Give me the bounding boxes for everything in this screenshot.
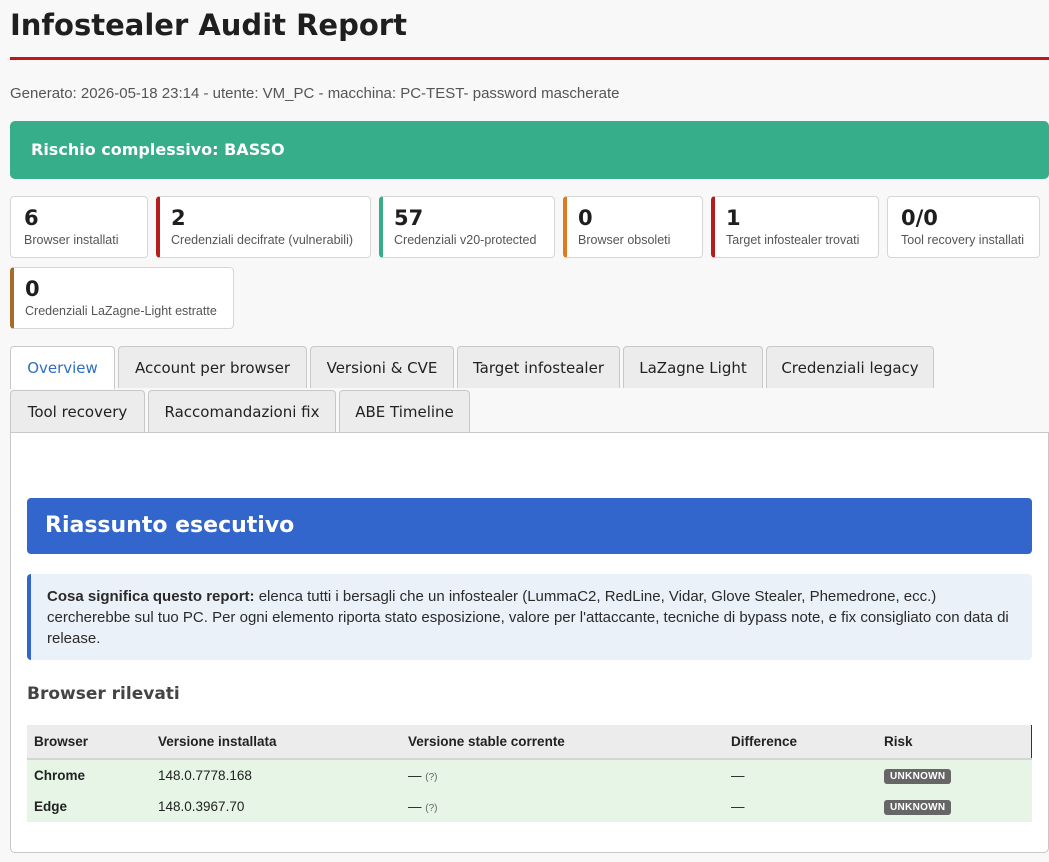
stat-value: 6 [24,206,39,230]
tab-lazagne-light[interactable]: LaZagne Light [623,346,763,388]
help-tooltip-icon[interactable]: (?) [425,803,437,814]
stable-version-cell: — (?) [401,791,724,822]
stat-card-decrypted-credentials: 2 Credenziali decifrate (vulnerabili) [156,196,371,258]
tab-abe-timeline[interactable]: ABE Timeline [339,390,470,432]
tab-versions-cve[interactable]: Versioni & CVE [310,346,454,388]
browser-name: Edge [27,791,151,822]
stat-value: 57 [394,206,424,230]
column-header: Versione installata [151,725,401,760]
stable-version: — [408,799,422,814]
stat-label: Credenziali decifrate (vulnerabili) [171,233,354,247]
installed-version: 148.0.7778.168 [151,759,401,791]
stat-label: Target infostealer trovati [726,233,860,247]
risk-cell: UNKNOWN [877,759,1032,791]
page-title: Infostealer Audit Report [10,8,407,42]
stat-label: Browser installati [24,233,119,247]
tab-legacy-credentials[interactable]: Credenziali legacy [766,346,934,388]
stat-value: 2 [171,206,186,230]
version-difference: — [724,791,877,822]
stable-version: — [408,768,422,783]
stat-label: Tool recovery installati [901,233,1024,247]
stat-value: 1 [726,206,741,230]
table-header-row: Browser Versione installata Versione sta… [27,725,1032,760]
installed-version: 148.0.3967.70 [151,791,401,822]
stat-card-recovery-tools: 0/0 Tool recovery installati [887,196,1040,258]
column-header: Difference [724,725,877,760]
stat-card-infostealer-targets: 1 Target infostealer trovati [711,196,879,258]
report-explanation-note: Cosa significa questo report: elenca tut… [27,574,1032,660]
stat-card-v20-protected: 57 Credenziali v20-protected [379,196,555,258]
overall-risk-banner: Rischio complessivo: BASSO [10,121,1049,179]
note-lead: Cosa significa questo report: [47,588,255,605]
stat-card-lazagne-credentials: 0 Credenziali LaZagne-Light estratte [10,267,234,329]
table-row: Chrome 148.0.7778.168 — (?) — UNKNOWN [27,759,1032,791]
stat-value: 0/0 [901,206,938,230]
stat-label: Credenziali LaZagne-Light estratte [25,304,217,318]
stat-card-browsers-installed: 6 Browser installati [10,196,148,258]
stat-card-obsolete-browsers: 0 Browser obsoleti [563,196,703,258]
stable-version-cell: — (?) [401,759,724,791]
report-meta: Generato: 2026-05-18 23:14 - utente: VM_… [10,85,620,102]
stat-label: Browser obsoleti [578,233,671,247]
risk-cell: UNKNOWN [877,791,1032,822]
title-divider [10,57,1049,60]
tab-infostealer-targets[interactable]: Target infostealer [457,346,620,388]
stat-value: 0 [578,206,593,230]
risk-badge: UNKNOWN [884,800,952,815]
stat-value: 0 [25,277,40,301]
table-row: Edge 148.0.3967.70 — (?) — UNKNOWN [27,791,1032,822]
tab-account-per-browser[interactable]: Account per browser [118,346,307,388]
overview-panel: Riassunto esecutivo Cosa significa quest… [10,432,1049,853]
browsers-table: Browser Versione installata Versione sta… [27,725,1032,822]
column-header: Browser [27,725,151,760]
executive-summary-heading: Riassunto esecutivo [27,498,1032,554]
browser-name: Chrome [27,759,151,791]
tab-fix-recommendations[interactable]: Raccomandazioni fix [148,390,336,432]
column-header: Risk [877,725,1032,760]
risk-badge: UNKNOWN [884,769,952,784]
version-difference: — [724,759,877,791]
help-tooltip-icon[interactable]: (?) [425,772,437,783]
tab-tool-recovery[interactable]: Tool recovery [10,390,145,432]
browsers-detected-heading: Browser rilevati [27,684,180,704]
column-header: Versione stable corrente [401,725,724,760]
tab-overview[interactable]: Overview [10,346,115,389]
stat-label: Credenziali v20-protected [394,233,537,247]
